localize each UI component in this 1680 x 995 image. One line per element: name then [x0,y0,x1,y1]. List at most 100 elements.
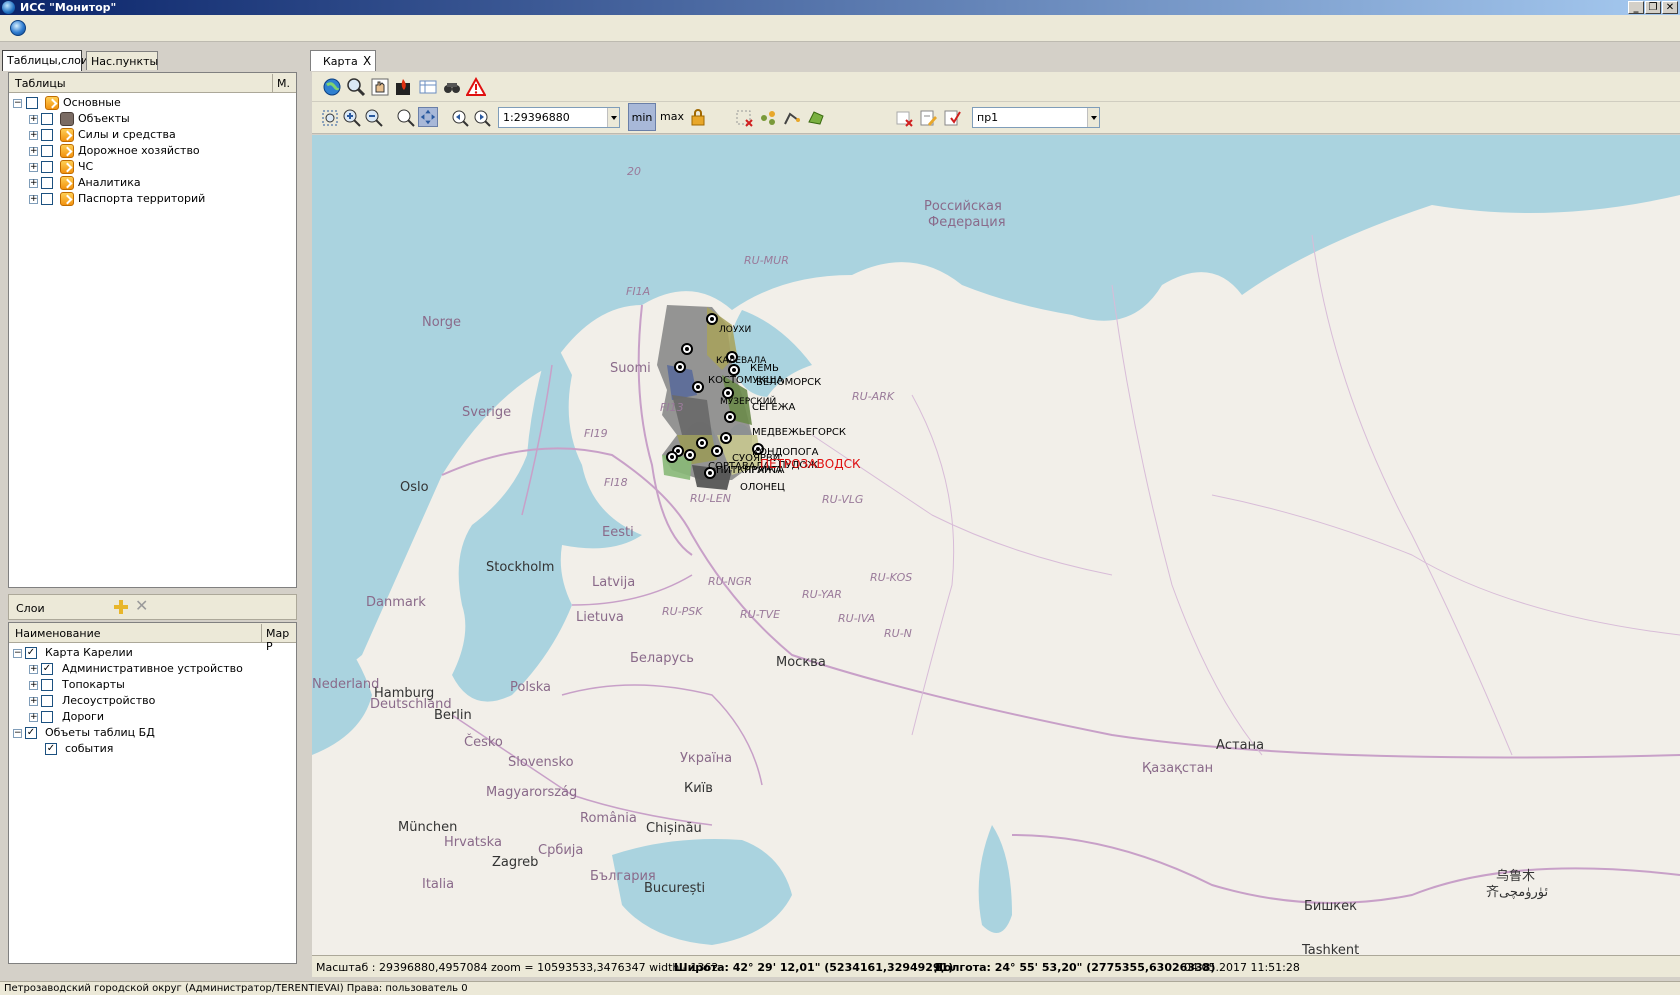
tree-node-basic[interactable]: − Основные [13,95,293,111]
checkbox[interactable] [26,97,38,109]
app-status-bar: Петрозаводский городской округ (Админист… [0,981,1680,995]
globe-icon[interactable] [322,77,342,97]
map-label-city: Москва [776,655,826,670]
minimize-button[interactable]: _ [1628,1,1644,14]
fire-icon[interactable] [394,77,414,97]
pan-icon[interactable] [418,107,438,127]
layer-node-db[interactable]: − ✓ Объеты таблиц БД [13,725,293,741]
expand-icon[interactable]: + [29,163,38,172]
tab-close-icon[interactable]: X [363,54,371,68]
add-polygon-icon[interactable] [806,108,826,128]
expand-icon[interactable]: + [29,131,38,140]
expand-icon[interactable]: + [29,147,38,156]
checkbox[interactable] [41,711,53,723]
expand-icon[interactable]: + [29,681,38,690]
layer-node-admin[interactable]: + ✓ Административное устройство [29,661,289,677]
delete-object-icon[interactable] [894,108,914,128]
tab-tables-layers[interactable]: Таблицы,слои [2,50,88,71]
map-label-country: Україна [680,751,733,766]
layer-node-roads[interactable]: + Дороги [29,709,289,725]
collapse-icon[interactable]: − [13,649,22,658]
map-label-city: Stockholm [486,560,555,575]
close-button[interactable]: ✕ [1662,1,1678,14]
tree-node-analytics[interactable]: + Аналитика [29,175,289,191]
tree-node-passports[interactable]: + Паспорта территорий [29,191,289,207]
expand-icon[interactable]: + [29,195,38,204]
validate-icon[interactable] [942,108,962,128]
zoom-out-icon[interactable] [364,108,384,128]
map-view[interactable]: Российская Федерация Norge Suomi Sverige… [312,135,1680,955]
checkbox[interactable]: ✓ [45,743,57,755]
layer-node-karelia[interactable]: − ✓ Карта Карелии [13,645,293,661]
expand-icon[interactable]: + [29,697,38,706]
collapse-icon[interactable]: − [13,99,22,108]
expand-icon[interactable]: + [29,115,38,124]
remove-layer-icon[interactable]: ✕ [135,598,151,614]
window-title: ИСС "Монитор" [20,1,117,14]
tree-node-forces[interactable]: + Силы и средства [29,127,289,143]
expand-icon[interactable]: + [29,179,38,188]
add-layer-icon[interactable] [113,599,129,615]
checkbox[interactable]: ✓ [25,727,37,739]
collapse-icon[interactable]: − [13,729,22,738]
min-button[interactable]: min [628,103,656,131]
checkbox[interactable] [41,695,53,707]
chevron-down-icon[interactable] [607,108,619,127]
settlement-label: ОЛОНЕЦ [740,482,785,493]
binoculars-icon[interactable] [442,77,462,97]
expand-icon[interactable]: + [29,713,38,722]
checkbox[interactable] [41,161,53,173]
map-label-region: RU-MUR [744,254,789,267]
lock-icon[interactable] [688,107,708,127]
add-point-icon[interactable] [758,108,778,128]
layers-col-name[interactable]: Наименование [15,627,100,640]
pan-hand-icon[interactable] [370,77,390,97]
zoom-in-icon[interactable] [342,108,362,128]
add-line-icon[interactable] [782,108,802,128]
checkbox[interactable] [41,129,53,141]
zoom-icon[interactable] [346,77,366,97]
layer-node-topo[interactable]: + Топокарты [29,677,289,693]
tree-node-objects[interactable]: + Объекты [29,111,289,127]
globe-icon[interactable] [10,20,26,36]
status-bar: Масштаб : 29396880,4957084 zoom = 105935… [312,955,1680,977]
table-icon[interactable] [418,77,438,97]
checkbox[interactable] [41,193,53,205]
tables-header-button[interactable]: М. [272,74,294,92]
tree-node-roads[interactable]: + Дорожное хозяйство [29,143,289,159]
tab-map[interactable]: Карта X [310,50,376,71]
scale-combo[interactable]: 1:29396880 [498,107,620,128]
clear-select-icon[interactable] [734,108,754,128]
layer-node-forest[interactable]: + Лесоустройство [29,693,289,709]
expand-icon[interactable]: + [29,665,38,674]
layer-node-events[interactable]: ✓ события [45,741,285,757]
map-label-region: FI13 [660,401,684,414]
checkbox[interactable] [41,177,53,189]
map-label-region: RU-LEN [690,492,731,505]
map-label-country: Danmark [366,595,426,610]
tab-settlements[interactable]: Нас.пункты [86,51,158,70]
checkbox[interactable]: ✓ [25,647,37,659]
layers-col-map[interactable]: Map P [261,624,296,653]
checkbox[interactable] [41,145,53,157]
zoom-window-icon[interactable] [396,108,416,128]
map-canvas[interactable] [312,135,1680,955]
layer-select[interactable]: пр1 [972,107,1100,128]
checkbox[interactable]: ✓ [41,663,53,675]
latitude-readout: Широта: 42° 29' 12,01" (5234161,32949291… [674,961,954,974]
warning-icon[interactable] [466,77,486,97]
top-toolbar [0,15,1680,42]
next-extent-icon[interactable] [472,108,492,128]
zoom-extent-icon[interactable] [320,108,340,128]
restore-button[interactable]: ❐ [1645,1,1661,14]
layers-header: Наименование Map P [9,623,296,653]
chevron-down-icon[interactable] [1087,108,1099,127]
checkbox[interactable] [41,679,53,691]
left-panel: Таблицы,слои Нас.пункты Таблицы М. − Осн… [0,48,305,978]
tree-node-emergency[interactable]: + ЧС [29,159,289,175]
edit-object-icon[interactable] [918,108,938,128]
max-button[interactable]: max [658,103,686,131]
checkbox[interactable] [41,113,53,125]
prev-extent-icon[interactable] [450,108,470,128]
settlement-label: БЕЛОМОРСК [756,377,822,388]
